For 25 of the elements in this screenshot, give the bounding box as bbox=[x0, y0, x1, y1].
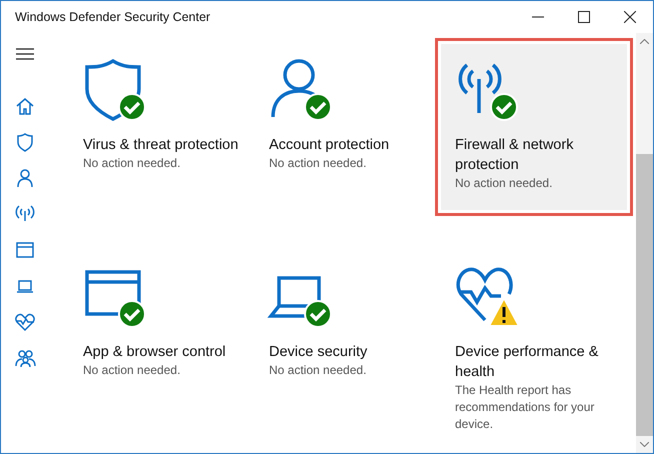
security-tile[interactable]: Device security No action needed. bbox=[255, 251, 441, 446]
tile-title: App & browser control bbox=[83, 343, 227, 362]
security-tile[interactable]: App & browser control No action needed. bbox=[69, 251, 255, 446]
close-icon bbox=[624, 11, 636, 23]
security-tile[interactable]: Firewall & network protection No action needed. bbox=[441, 44, 627, 210]
home-icon[interactable] bbox=[14, 95, 36, 117]
security-tile[interactable]: Virus & threat protection No action needed. bbox=[69, 44, 255, 210]
maximize-icon bbox=[578, 11, 590, 23]
status-message: The Health report has recommendations for your device. bbox=[455, 382, 596, 433]
heart-icon[interactable] bbox=[14, 311, 36, 333]
window-title: Windows Defender Security Center bbox=[15, 10, 212, 24]
status-message: No action needed. bbox=[83, 155, 182, 172]
minimize-icon bbox=[532, 16, 544, 18]
tile-title: Firewall & network protection bbox=[455, 136, 574, 175]
security-tile[interactable]: Device performance & health The Health report has recommendations for your device. bbox=[441, 251, 627, 446]
security-tile[interactable]: Account protection No action needed. bbox=[255, 44, 441, 210]
tile-title: Virus & threat protection bbox=[83, 136, 240, 155]
tile-title: Device security bbox=[269, 343, 368, 362]
status-message: No action needed. bbox=[455, 175, 554, 192]
tile-title: Account protection bbox=[269, 136, 390, 155]
status-message: No action needed. bbox=[269, 155, 368, 172]
scrollbar-thumb[interactable] bbox=[636, 154, 653, 436]
status-message: No action needed. bbox=[269, 362, 368, 379]
tile-title: Device performance & health bbox=[455, 343, 600, 382]
status-message: No action needed. bbox=[83, 362, 182, 379]
